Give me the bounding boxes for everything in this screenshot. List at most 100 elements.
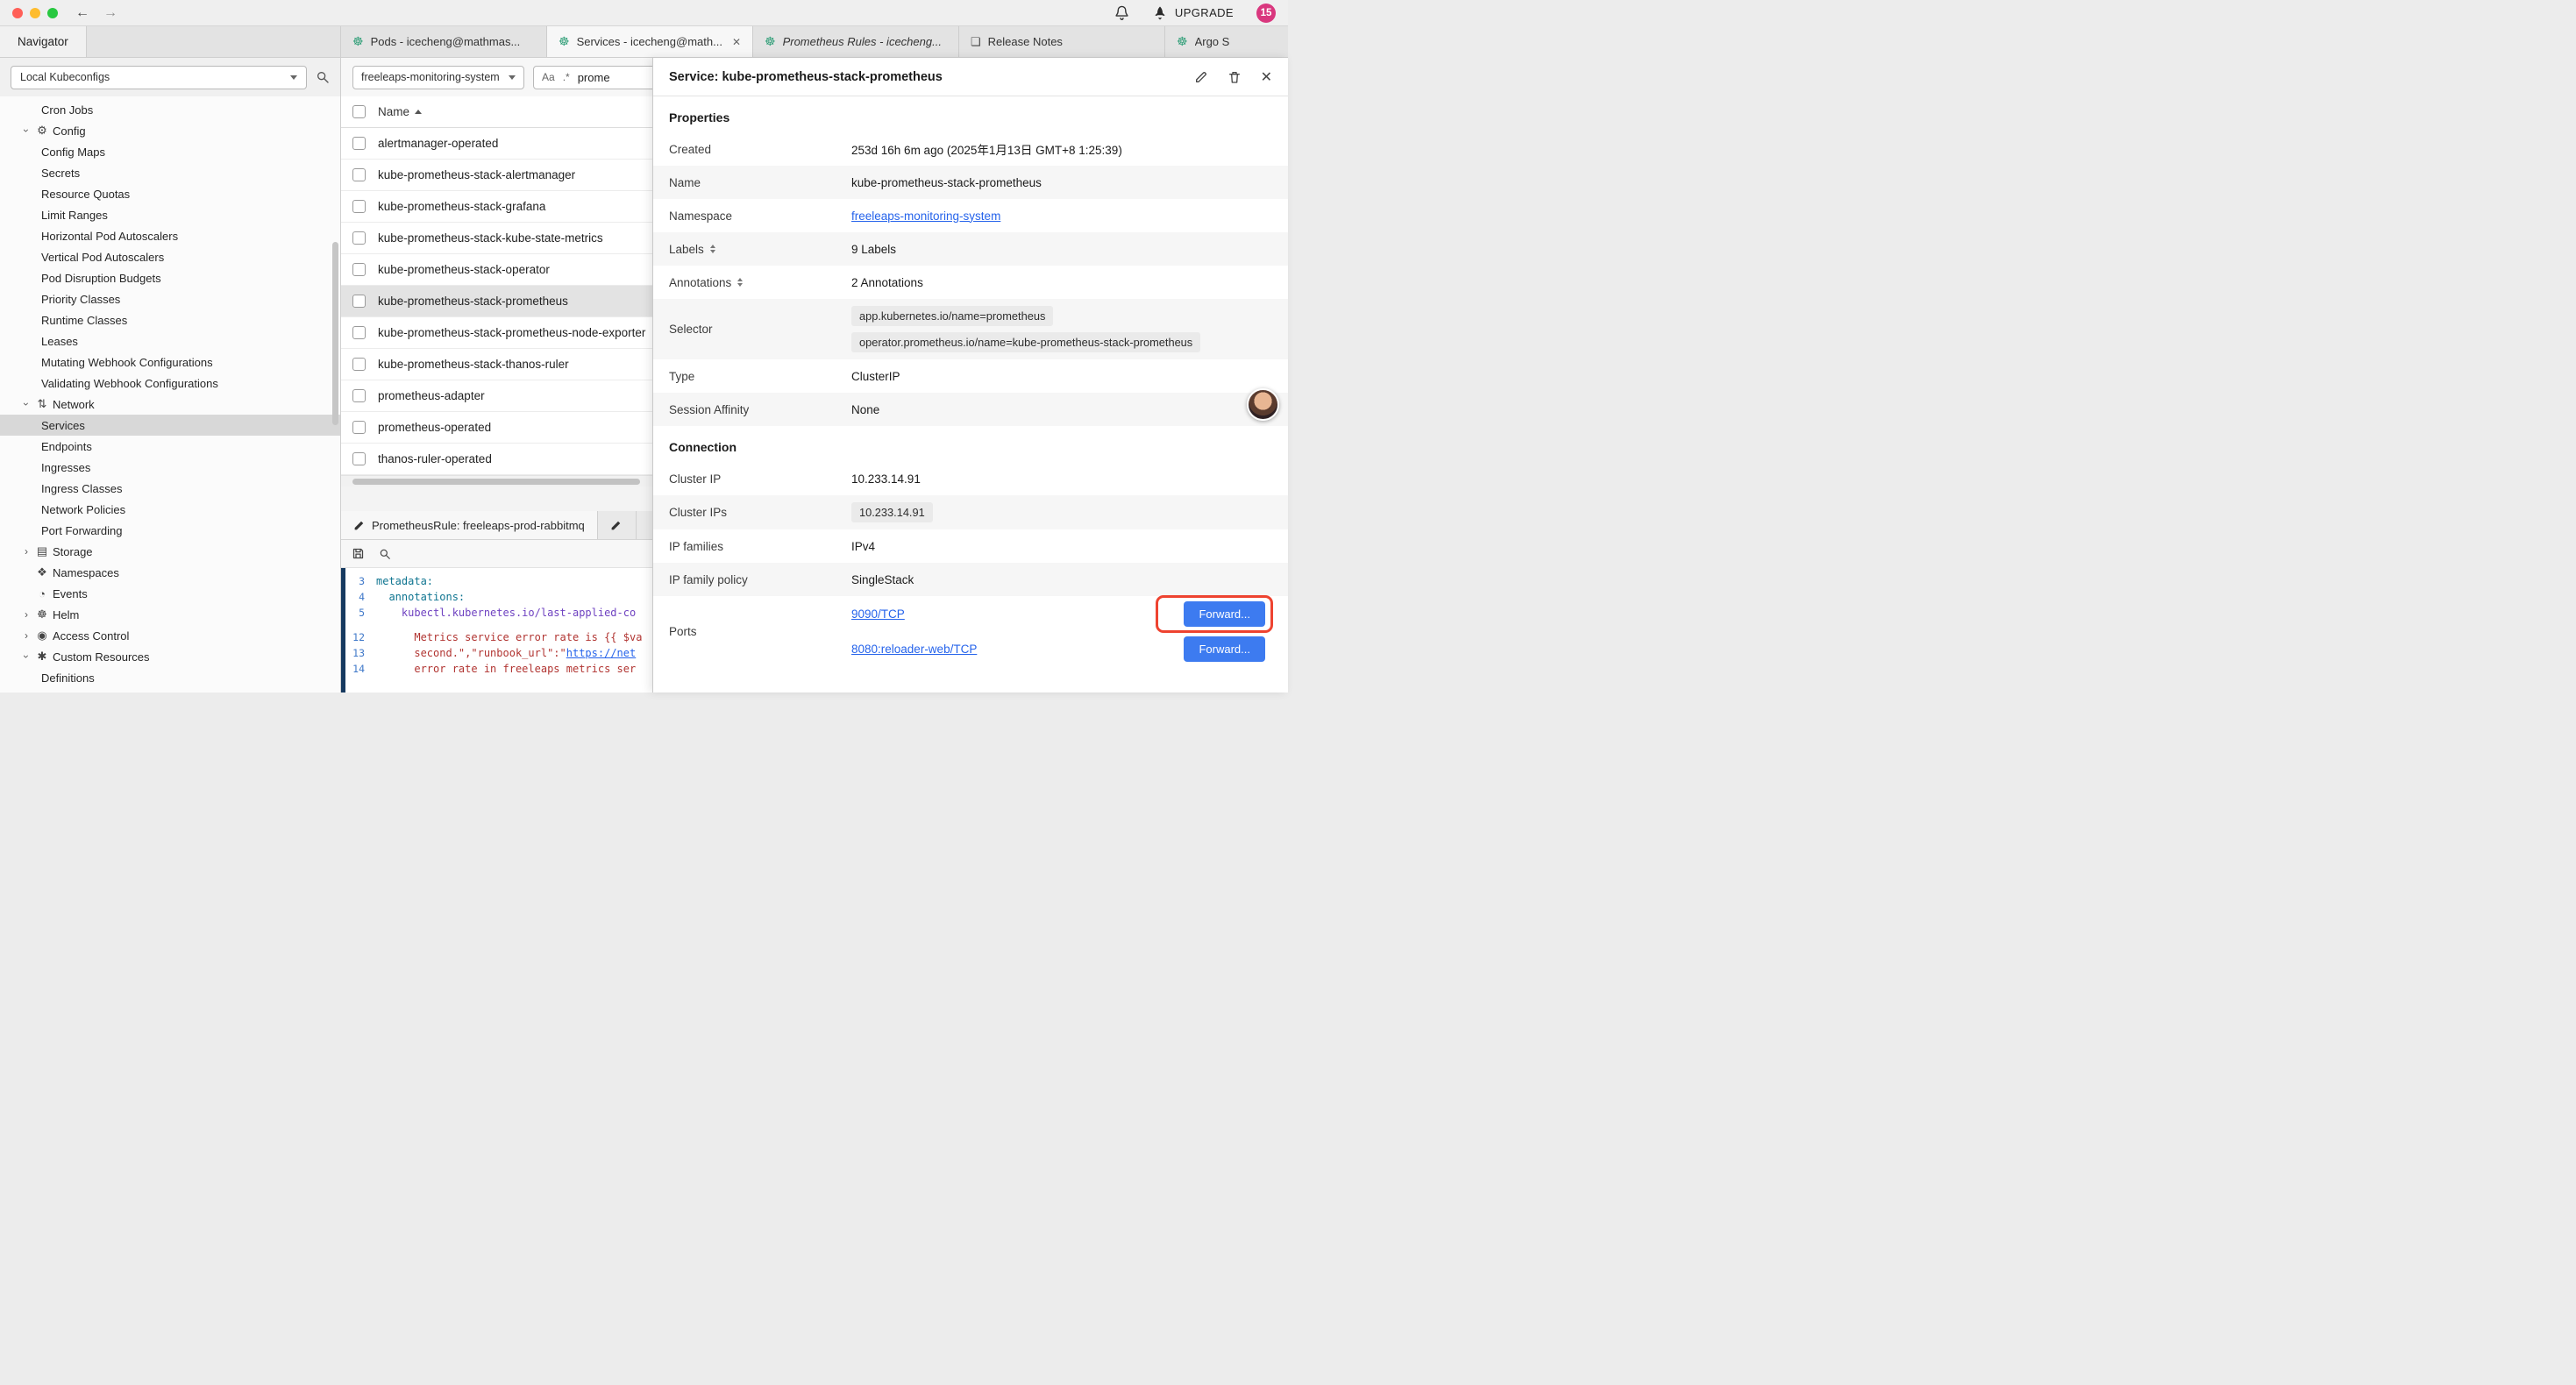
chevron-expanded-icon[interactable]: › bbox=[20, 397, 32, 411]
tab-navigator[interactable]: Navigator bbox=[0, 26, 87, 57]
property-value: IPv4 bbox=[851, 540, 875, 553]
sidebar-item-port-forwarding[interactable]: Port Forwarding bbox=[0, 520, 340, 541]
sort-updown-icon[interactable] bbox=[710, 245, 715, 253]
column-header-name[interactable]: Name bbox=[378, 105, 422, 118]
chevron-collapsed-icon[interactable]: › bbox=[19, 545, 33, 558]
sidebar-item-services[interactable]: Services bbox=[0, 415, 340, 436]
row-checkbox[interactable] bbox=[352, 137, 366, 150]
horizontal-scrollbar-thumb[interactable] bbox=[352, 479, 640, 485]
regex-toggle[interactable]: .* bbox=[563, 71, 570, 83]
chevron-down-icon bbox=[509, 75, 516, 80]
sidebar-item-namespaces[interactable]: ›❖Namespaces bbox=[0, 562, 340, 583]
row-checkbox[interactable] bbox=[352, 389, 366, 402]
match-case-toggle[interactable]: Aa bbox=[542, 71, 555, 83]
sidebar-search-icon[interactable] bbox=[316, 70, 330, 84]
chevron-collapsed-icon[interactable]: › bbox=[19, 608, 33, 621]
row-checkbox[interactable] bbox=[352, 231, 366, 245]
sidebar-item-horizontal-pod-autoscalers[interactable]: Horizontal Pod Autoscalers bbox=[0, 225, 340, 246]
trash-icon[interactable] bbox=[1228, 70, 1242, 84]
sidebar-item-label: Limit Ranges bbox=[41, 209, 108, 222]
sidebar-item-helm[interactable]: ›☸Helm bbox=[0, 604, 340, 625]
minimize-window-button[interactable] bbox=[30, 8, 40, 18]
row-checkbox[interactable] bbox=[352, 168, 366, 181]
sidebar-item-config-maps[interactable]: Config Maps bbox=[0, 141, 340, 162]
sidebar-item-leases[interactable]: Leases bbox=[0, 330, 340, 352]
chevron-expanded-icon[interactable]: › bbox=[20, 124, 32, 138]
forward-button[interactable]: Forward... bbox=[1184, 636, 1265, 662]
row-checkbox[interactable] bbox=[352, 263, 366, 276]
chevron-expanded-icon[interactable]: › bbox=[20, 650, 32, 664]
sidebar-item-definitions[interactable]: Definitions bbox=[0, 667, 340, 688]
sidebar-item-ingress-classes[interactable]: Ingress Classes bbox=[0, 478, 340, 499]
back-arrow-icon[interactable]: ← bbox=[75, 5, 89, 21]
property-value-link[interactable]: freeleaps-monitoring-system bbox=[851, 210, 1000, 223]
row-name: kube-prometheus-stack-grafana bbox=[378, 200, 545, 213]
sidebar-item-label: Cron Jobs bbox=[41, 103, 93, 117]
kubeconfig-dropdown[interactable]: Local Kubeconfigs bbox=[11, 66, 307, 89]
sidebar-item-network[interactable]: ›⇅Network bbox=[0, 394, 340, 415]
select-all-checkbox[interactable] bbox=[352, 105, 366, 118]
chevron-collapsed-icon[interactable]: › bbox=[19, 629, 33, 642]
port-link[interactable]: 8080:reloader-web/TCP bbox=[851, 643, 977, 656]
row-checkbox[interactable] bbox=[352, 295, 366, 308]
editor-search-icon[interactable] bbox=[379, 548, 391, 560]
upgrade-button[interactable]: UPGRADE bbox=[1152, 5, 1234, 21]
sidebar-item-resource-quotas[interactable]: Resource Quotas bbox=[0, 183, 340, 204]
tab-argo-s[interactable]: ☸Argo S bbox=[1165, 26, 1288, 57]
property-key: Cluster IPs bbox=[669, 506, 851, 519]
sidebar-item-limit-ranges[interactable]: Limit Ranges bbox=[0, 204, 340, 225]
line-number: 12 bbox=[341, 629, 376, 645]
sidebar-item-cron-jobs[interactable]: Cron Jobs bbox=[0, 99, 340, 120]
window-titlebar: ← → UPGRADE 15 bbox=[0, 0, 1288, 26]
close-icon[interactable]: ✕ bbox=[1261, 68, 1272, 86]
code-text: kubectl.kubernetes.io/last-applied-co bbox=[376, 605, 636, 621]
sort-ascending-icon bbox=[415, 110, 422, 114]
bell-icon[interactable] bbox=[1114, 5, 1129, 20]
namespace-dropdown[interactable]: freeleaps-monitoring-system bbox=[352, 66, 524, 89]
row-checkbox[interactable] bbox=[352, 326, 366, 339]
tab-label: Release Notes bbox=[988, 35, 1153, 48]
notification-badge[interactable]: 15 bbox=[1256, 4, 1276, 23]
sort-updown-icon[interactable] bbox=[737, 278, 743, 287]
tab-pods-icecheng-mathmas[interactable]: ☸Pods - icecheng@mathmas... bbox=[341, 26, 547, 57]
save-icon[interactable] bbox=[352, 547, 365, 560]
row-checkbox[interactable] bbox=[352, 358, 366, 371]
close-icon[interactable]: ✕ bbox=[732, 36, 741, 48]
sidebar-item-access-control[interactable]: ›◉Access Control bbox=[0, 625, 340, 646]
row-checkbox[interactable] bbox=[352, 200, 366, 213]
tab-release-notes[interactable]: ❏Release Notes bbox=[959, 26, 1165, 57]
sidebar-item-validating-webhook-configurations[interactable]: Validating Webhook Configurations bbox=[0, 373, 340, 394]
tab-label: Prometheus Rules - icecheng... bbox=[783, 35, 947, 48]
close-window-button[interactable] bbox=[12, 8, 23, 18]
sidebar-item-endpoints[interactable]: Endpoints bbox=[0, 436, 340, 457]
sidebar-item-events[interactable]: ›◔Events bbox=[0, 583, 340, 604]
row-checkbox[interactable] bbox=[352, 421, 366, 434]
forward-button[interactable]: Forward... bbox=[1184, 601, 1265, 627]
forward-button-wrap: Forward... bbox=[1184, 636, 1265, 662]
tab-label: Argo S bbox=[1195, 35, 1288, 48]
forward-arrow-icon[interactable]: → bbox=[103, 5, 117, 21]
sidebar-scrollbar-thumb[interactable] bbox=[332, 242, 338, 425]
tab-services-icecheng-math[interactable]: ☸Services - icecheng@math...✕ bbox=[547, 26, 753, 57]
zoom-window-button[interactable] bbox=[47, 8, 58, 18]
port-link[interactable]: 9090/TCP bbox=[851, 607, 905, 621]
sidebar-item-ingresses[interactable]: Ingresses bbox=[0, 457, 340, 478]
edit-pencil-icon[interactable] bbox=[1194, 70, 1208, 84]
sidebar-item-runtime-classes[interactable]: Runtime Classes bbox=[0, 309, 340, 330]
sidebar-item-custom-resources[interactable]: ›✱Custom Resources bbox=[0, 646, 340, 667]
editor-tab-partial[interactable] bbox=[598, 511, 637, 539]
sidebar-item-priority-classes[interactable]: Priority Classes bbox=[0, 288, 340, 309]
sidebar-item-config[interactable]: ›⚙Config bbox=[0, 120, 340, 141]
events-icon: ◔ bbox=[33, 587, 51, 600]
editor-tab-prometheusrule[interactable]: PrometheusRule: freeleaps-prod-rabbitmq bbox=[341, 511, 598, 539]
sidebar-item-pod-disruption-budgets[interactable]: Pod Disruption Budgets bbox=[0, 267, 340, 288]
row-checkbox[interactable] bbox=[352, 452, 366, 465]
detail-drawer: Service: kube-prometheus-stack-prometheu… bbox=[652, 58, 1288, 692]
sidebar-item-vertical-pod-autoscalers[interactable]: Vertical Pod Autoscalers bbox=[0, 246, 340, 267]
sidebar-item-storage[interactable]: ›▤Storage bbox=[0, 541, 340, 562]
sidebar-item-mutating-webhook-configurations[interactable]: Mutating Webhook Configurations bbox=[0, 352, 340, 373]
tab-prometheus-rules-icecheng[interactable]: ☸Prometheus Rules - icecheng... bbox=[753, 26, 959, 57]
sidebar-item-secrets[interactable]: Secrets bbox=[0, 162, 340, 183]
user-avatar[interactable] bbox=[1247, 388, 1279, 421]
sidebar-item-network-policies[interactable]: Network Policies bbox=[0, 499, 340, 520]
